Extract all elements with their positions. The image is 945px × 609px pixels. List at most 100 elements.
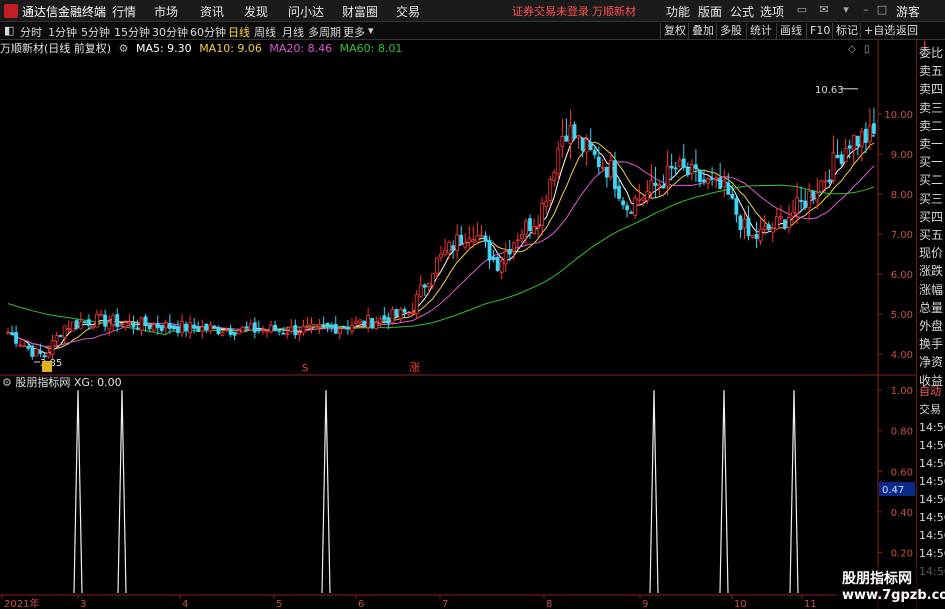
menu-shichang[interactable]: 市场 bbox=[154, 3, 178, 20]
ind-tick-label-0: 1.00 bbox=[891, 386, 913, 397]
menu-xuanxiang[interactable]: 选项 bbox=[760, 3, 784, 20]
candle-body bbox=[167, 322, 172, 329]
period-1min[interactable]: 1分钟 bbox=[48, 24, 77, 40]
signal-spike-3 bbox=[649, 390, 659, 594]
time-label-3: 5 bbox=[276, 599, 282, 609]
period-15min[interactable]: 15分钟 bbox=[114, 24, 150, 40]
indicator-gear-icon[interactable]: ⚙ bbox=[2, 376, 12, 389]
candle-body bbox=[560, 136, 565, 147]
candle-body bbox=[766, 224, 771, 230]
tool-zixuan[interactable]: +自选 bbox=[860, 23, 895, 39]
login-notice[interactable]: 证券交易未登录 bbox=[512, 3, 589, 19]
candle-body bbox=[99, 313, 103, 317]
tool-duogu[interactable]: 多股 bbox=[716, 23, 742, 39]
candle-body bbox=[200, 326, 205, 332]
skin-icon[interactable]: ▭ bbox=[794, 2, 810, 18]
chevron-down-icon[interactable]: ▾ bbox=[368, 24, 374, 37]
menu-caifuquan[interactable]: 财富圈 bbox=[342, 3, 378, 20]
candle-body bbox=[443, 250, 447, 255]
period-multi[interactable]: 多周期 bbox=[308, 24, 341, 40]
candle-body bbox=[564, 135, 569, 142]
tool-biaoji[interactable]: 标记 bbox=[832, 23, 858, 39]
candle-body bbox=[815, 192, 820, 202]
candle-body bbox=[341, 326, 346, 328]
candle-body bbox=[499, 260, 504, 273]
side-item-1: 卖五 bbox=[919, 64, 944, 79]
candle-body bbox=[807, 190, 812, 209]
period-daily[interactable]: 日线 bbox=[228, 24, 250, 40]
menu-jiaoyi[interactable]: 交易 bbox=[396, 3, 420, 20]
tool-f10[interactable]: F10 bbox=[806, 23, 830, 39]
candle-body bbox=[507, 249, 512, 255]
tool-huaxian[interactable]: 画线 bbox=[776, 23, 802, 39]
kline-chart[interactable]: 10.00 9.00 8.00 7.00 6.00 5.00 4.00 1.00 0.80 0.6… bbox=[0, 40, 945, 609]
candle-body bbox=[637, 198, 642, 201]
candle-body bbox=[34, 348, 39, 357]
tool-fuquan[interactable]: 复权 bbox=[660, 23, 686, 39]
candle-body bbox=[540, 203, 545, 226]
candle-body bbox=[196, 326, 201, 332]
candle-body bbox=[770, 227, 775, 233]
period-fenshi[interactable]: 分时 bbox=[20, 24, 42, 40]
period-monthly[interactable]: 月线 bbox=[282, 24, 304, 40]
candle-body bbox=[706, 178, 710, 184]
menu-banmian[interactable]: 版面 bbox=[698, 3, 722, 20]
period-weekly[interactable]: 周线 bbox=[254, 24, 276, 40]
candle-body bbox=[147, 325, 152, 330]
candle-body bbox=[172, 325, 176, 330]
candle-body bbox=[746, 217, 751, 236]
candle-body bbox=[483, 235, 488, 242]
side-item-8: 买三 bbox=[919, 191, 944, 206]
candle-body bbox=[370, 317, 375, 329]
period-5min[interactable]: 5分钟 bbox=[81, 24, 110, 40]
candle-body bbox=[600, 166, 605, 169]
candle-body bbox=[91, 326, 95, 329]
candle-body bbox=[212, 325, 217, 328]
period-more[interactable]: 更多 bbox=[343, 24, 365, 40]
candle-body bbox=[261, 329, 265, 332]
candle-body bbox=[487, 239, 492, 261]
candle-body bbox=[629, 211, 634, 214]
message-icon[interactable]: ✉ bbox=[816, 2, 832, 18]
ind-tick-label-1: 0.80 bbox=[891, 427, 913, 438]
indicator-title-text: 股朋指标网 XG: 0.00 bbox=[15, 376, 122, 389]
candle-body bbox=[155, 323, 160, 329]
candle-body bbox=[301, 326, 306, 334]
minimize-icon[interactable]: – bbox=[858, 2, 874, 18]
candle-body bbox=[192, 324, 197, 329]
side-tick-7: 14:56 bbox=[919, 511, 945, 524]
menu-faxian[interactable]: 发现 bbox=[244, 3, 268, 20]
candle-body bbox=[366, 315, 371, 328]
candle-body bbox=[42, 355, 47, 358]
candle-body bbox=[661, 185, 666, 189]
signal-spike-0 bbox=[73, 390, 83, 594]
candle-body bbox=[325, 322, 330, 327]
tool-fanhui[interactable]: 返回 bbox=[892, 23, 918, 39]
candle-body bbox=[163, 322, 168, 329]
candle-body bbox=[22, 345, 27, 348]
tool-tongji[interactable]: 统计 bbox=[746, 23, 772, 39]
candle-body bbox=[30, 345, 35, 357]
legend-gear-icon[interactable]: ⚙ bbox=[119, 42, 129, 55]
tool-diejia[interactable]: 叠加 bbox=[688, 23, 714, 39]
menu-hangqing[interactable]: 行情 bbox=[112, 3, 136, 20]
time-label-7: 9 bbox=[642, 599, 648, 609]
candle-body bbox=[868, 125, 872, 142]
side-tick-1[interactable]: 交易 bbox=[919, 403, 941, 417]
menu-gongshi[interactable]: 公式 bbox=[730, 3, 754, 20]
app-title: 通达信金融终端 bbox=[22, 5, 107, 19]
time-label-1: 3 bbox=[80, 599, 86, 609]
menu-zixun[interactable]: 资讯 bbox=[200, 3, 224, 20]
menu-gongneng[interactable]: 功能 bbox=[666, 3, 690, 20]
side-item-2: 卖四 bbox=[919, 82, 944, 97]
period-30min[interactable]: 30分钟 bbox=[152, 24, 188, 40]
side-tick-0[interactable]: 自动 bbox=[919, 385, 941, 399]
marker-zhang: 涨 bbox=[409, 361, 420, 374]
menu-wenxiaoda[interactable]: 问小达 bbox=[288, 3, 324, 20]
period-60min[interactable]: 60分钟 bbox=[190, 24, 226, 40]
maximize-icon[interactable]: □ bbox=[874, 2, 890, 18]
marker-s: S bbox=[302, 363, 308, 374]
dropdown-icon[interactable]: ▾ bbox=[838, 2, 854, 18]
user-label[interactable]: 游客 bbox=[896, 3, 920, 20]
sidebar-toggle-icon[interactable]: ◧ bbox=[4, 24, 14, 37]
